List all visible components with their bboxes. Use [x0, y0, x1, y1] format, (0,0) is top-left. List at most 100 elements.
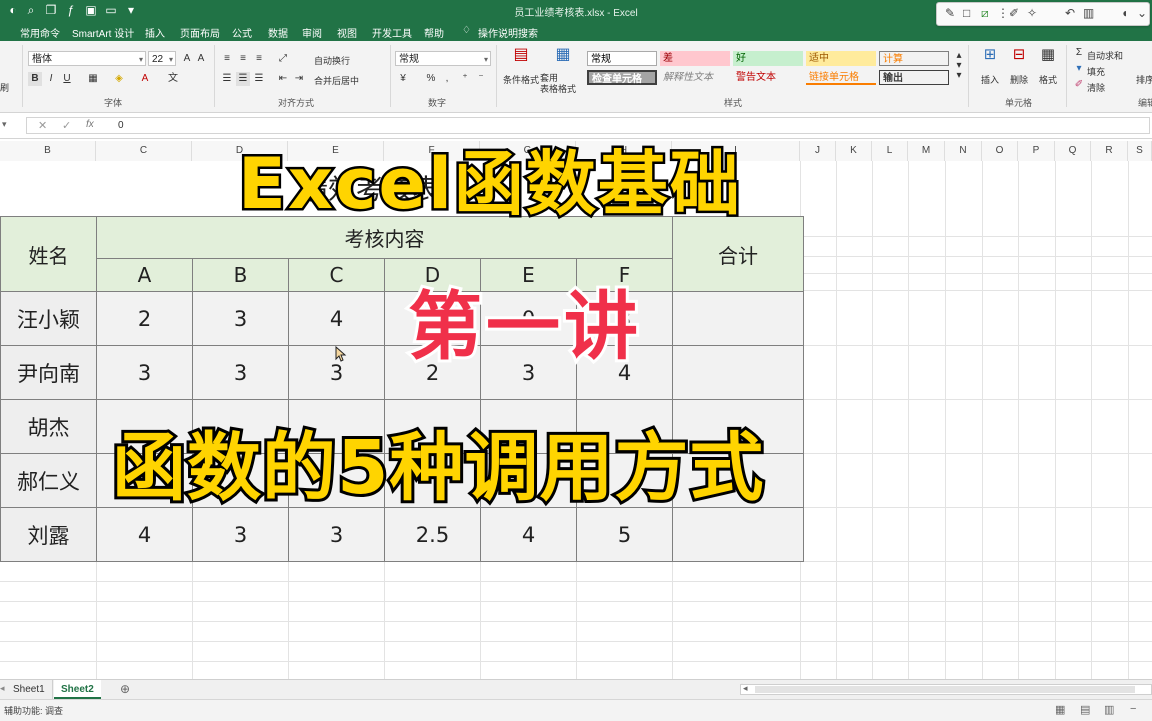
score-cell[interactable]: 3: [192, 345, 289, 400]
column-header-k[interactable]: K: [836, 141, 872, 161]
bold-button[interactable]: B: [28, 72, 42, 86]
pen-small-icon[interactable]: ✐: [1009, 6, 1019, 20]
accessibility-status[interactable]: 辅助功能: 调查: [4, 704, 63, 717]
row-name[interactable]: 刘露: [0, 507, 97, 562]
tab-developer[interactable]: 开发工具: [372, 25, 412, 40]
score-cell[interactable]: 5: [576, 507, 673, 562]
table-format-icon[interactable]: ▦: [552, 47, 574, 70]
orientation-icon[interactable]: ⤢: [276, 52, 290, 66]
format-cells-icon[interactable]: ▦: [1038, 47, 1058, 68]
tab-common[interactable]: 常用命令: [20, 25, 60, 40]
column-header-n[interactable]: N: [945, 141, 982, 161]
increase-indent-icon[interactable]: ⇥: [292, 72, 306, 86]
fill-button[interactable]: 填充: [1087, 65, 1105, 78]
tab-insert[interactable]: 插入: [145, 25, 165, 40]
conditional-format-icon[interactable]: ▤: [510, 47, 532, 70]
style-cell-warning[interactable]: 警告文本: [733, 70, 803, 85]
row-name[interactable]: 尹向南: [0, 345, 97, 400]
clear-button[interactable]: 清除: [1087, 81, 1105, 94]
page-layout-view-icon[interactable]: ▤: [1080, 703, 1090, 716]
row-name[interactable]: 胡杰: [0, 399, 97, 454]
total-cell[interactable]: [672, 345, 804, 400]
shrink-font-icon[interactable]: A: [194, 52, 208, 66]
tab-smartart[interactable]: SmartArt 设计: [72, 25, 134, 40]
column-header-p[interactable]: P: [1018, 141, 1055, 161]
pen-icon[interactable]: ✎: [945, 6, 955, 20]
delete-cells-icon[interactable]: ⊟: [1009, 47, 1029, 68]
increase-decimal-icon[interactable]: ⁺: [458, 72, 472, 86]
style-cell-check[interactable]: 检查单元格: [587, 70, 657, 85]
style-cell-good[interactable]: 好: [733, 51, 803, 66]
conditional-format-button[interactable]: 条件格式: [503, 73, 539, 86]
score-cell[interactable]: 3: [192, 507, 289, 562]
tab-formulas[interactable]: 公式: [232, 25, 252, 40]
font-size-select[interactable]: 22 ▾: [148, 51, 176, 66]
column-header-c[interactable]: C: [96, 141, 192, 161]
style-cell-output[interactable]: 输出: [879, 70, 949, 85]
sheet-tab-sheet1[interactable]: Sheet1: [6, 680, 53, 699]
style-cell-bad[interactable]: 差: [660, 51, 730, 66]
confirm-icon[interactable]: ✓: [62, 119, 71, 132]
align-bottom-icon[interactable]: ≡: [252, 52, 266, 66]
trash-icon[interactable]: ▥: [1083, 6, 1094, 20]
tab-page-layout[interactable]: 页面布局: [180, 25, 220, 40]
column-header-o[interactable]: O: [982, 141, 1018, 161]
tell-me-search[interactable]: 操作说明搜索: [478, 25, 538, 40]
style-cell-normal[interactable]: 常规: [587, 51, 657, 66]
volume-icon[interactable]: ◖: [1121, 6, 1128, 20]
horizontal-scrollbar[interactable]: ◂: [740, 683, 1152, 695]
score-cell[interactable]: 4: [288, 291, 385, 346]
tab-view[interactable]: 视图: [337, 25, 357, 40]
style-cell-linked[interactable]: 链接单元格: [806, 70, 876, 85]
align-middle-icon[interactable]: ≡: [236, 52, 250, 66]
formula-input[interactable]: 0: [118, 120, 124, 131]
comma-button[interactable]: ,: [440, 72, 454, 86]
sort-button[interactable]: 排序: [1136, 73, 1152, 86]
score-cell[interactable]: 3: [192, 291, 289, 346]
cancel-icon[interactable]: ✕: [38, 119, 47, 132]
table-format-button[interactable]: 套用 表格格式: [540, 73, 576, 95]
zoom-out-icon[interactable]: −: [1130, 703, 1136, 715]
align-center-icon[interactable]: ☰: [236, 72, 250, 86]
format-cells-button[interactable]: 格式: [1039, 73, 1057, 86]
chevron-down-icon[interactable]: ⌄: [1137, 6, 1147, 20]
header-name[interactable]: 姓名: [0, 216, 97, 292]
align-right-icon[interactable]: ☰: [252, 72, 266, 86]
percent-button[interactable]: %: [424, 72, 438, 86]
sub-header-b[interactable]: B: [192, 258, 289, 292]
insert-function-icon[interactable]: fx: [86, 119, 94, 130]
tab-data[interactable]: 数据: [268, 25, 288, 40]
column-header-l[interactable]: L: [872, 141, 908, 161]
sub-header-c[interactable]: C: [288, 258, 385, 292]
fill-color-icon[interactable]: ◈: [112, 72, 126, 86]
total-cell[interactable]: [672, 507, 804, 562]
row-name[interactable]: 汪小颖: [0, 291, 97, 346]
font-name-select[interactable]: 楷体 ▾: [28, 51, 146, 66]
sheet-nav-icon[interactable]: ◂: [0, 683, 5, 694]
square-icon[interactable]: □: [963, 6, 970, 20]
phonetic-icon[interactable]: 文: [166, 72, 180, 86]
align-left-icon[interactable]: ☰: [220, 72, 234, 86]
score-cell[interactable]: 4: [480, 507, 577, 562]
scroll-left-icon[interactable]: ◂: [743, 683, 748, 694]
sub-header-a[interactable]: A: [96, 258, 193, 292]
tab-review[interactable]: 审阅: [302, 25, 322, 40]
grow-font-icon[interactable]: A: [180, 52, 194, 66]
column-header-m[interactable]: M: [908, 141, 945, 161]
score-cell[interactable]: 4: [96, 507, 193, 562]
score-cell[interactable]: 3: [288, 507, 385, 562]
column-header-q[interactable]: Q: [1055, 141, 1091, 161]
currency-icon[interactable]: ¥: [396, 72, 410, 86]
insert-cells-button[interactable]: 插入: [981, 73, 999, 86]
undo-icon[interactable]: ↶: [1065, 6, 1075, 20]
row-name[interactable]: 郝仁义: [0, 453, 97, 508]
decrease-indent-icon[interactable]: ⇤: [276, 72, 290, 86]
border-icon[interactable]: ▦: [86, 72, 100, 86]
sheet-tab-sheet2[interactable]: Sheet2: [54, 680, 101, 699]
column-header-j[interactable]: J: [800, 141, 836, 161]
normal-view-icon[interactable]: ▦: [1055, 703, 1065, 716]
clear-icon[interactable]: ✐: [1072, 78, 1086, 92]
decrease-decimal-icon[interactable]: ⁻: [474, 72, 488, 86]
align-top-icon[interactable]: ≡: [220, 52, 234, 66]
underline-button[interactable]: U: [60, 72, 74, 86]
